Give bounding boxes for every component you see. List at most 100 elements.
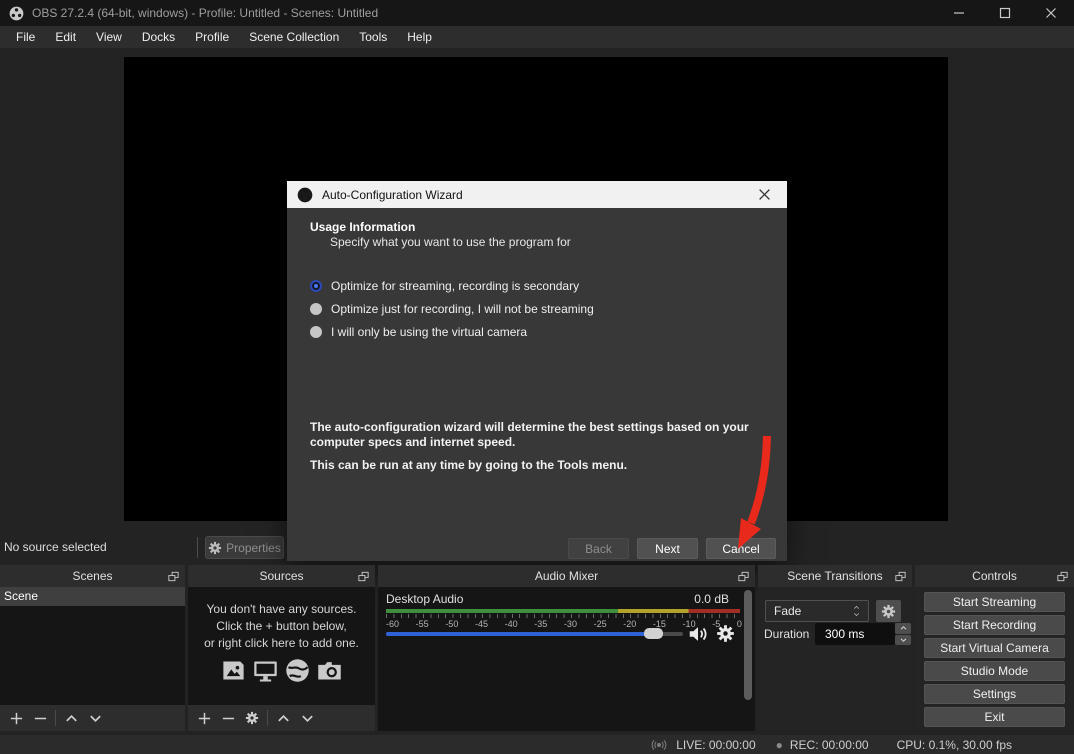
tick-label: -45 — [474, 619, 488, 629]
rec-dot-icon: ● — [775, 737, 783, 752]
radio-option-recording[interactable]: Optimize just for recording, I will not … — [310, 302, 594, 316]
minimize-button[interactable] — [936, 0, 982, 26]
duration-up-button[interactable] — [895, 623, 911, 634]
float-panel-icon[interactable] — [1056, 570, 1069, 583]
browser-source-icon — [284, 657, 311, 684]
dialog-close-button[interactable] — [747, 181, 781, 208]
menu-scene-collection[interactable]: Scene Collection — [239, 26, 349, 48]
start-recording-button[interactable]: Start Recording — [924, 615, 1065, 635]
scene-transitions-header[interactable]: Scene Transitions — [758, 565, 912, 587]
volume-slider[interactable] — [386, 628, 683, 639]
volume-meter-ticks — [386, 614, 740, 618]
radio-label: I will only be using the virtual camera — [331, 325, 528, 339]
properties-button[interactable]: Properties — [205, 536, 284, 559]
sources-panel-title: Sources — [259, 569, 304, 583]
audio-mixer-panel: Audio Mixer Desktop Audio 0.0 dB -60 -55… — [378, 565, 755, 731]
radio-icon[interactable] — [310, 326, 322, 338]
menu-profile[interactable]: Profile — [185, 26, 239, 48]
scenes-panel-title: Scenes — [72, 569, 113, 583]
float-panel-icon[interactable] — [737, 570, 750, 583]
toolbar-separator — [267, 710, 268, 726]
studio-mode-button[interactable]: Studio Mode — [924, 661, 1065, 681]
dialog-subheading: Specify what you want to use the program… — [330, 235, 571, 249]
source-status-text: No source selected — [4, 540, 107, 554]
volume-slider-fill — [386, 632, 663, 636]
remove-source-icon[interactable] — [219, 709, 237, 727]
image-source-icon — [220, 657, 247, 684]
mixer-gear-icon[interactable] — [716, 624, 735, 643]
sources-empty-message: You don't have any sources. Click the + … — [188, 601, 375, 652]
tick-label: -55 — [415, 619, 429, 629]
volume-slider-handle[interactable] — [644, 628, 663, 639]
source-properties-icon[interactable] — [243, 709, 261, 727]
cpu-fps-stats: CPU: 0.1%, 30.00 fps — [896, 737, 1012, 752]
tick-label: 0 — [736, 619, 742, 629]
scene-transitions-title: Scene Transitions — [787, 569, 883, 583]
tick-label: -50 — [445, 619, 459, 629]
broadcast-icon — [649, 737, 669, 753]
transition-select-arrows[interactable] — [846, 603, 866, 619]
float-panel-icon[interactable] — [894, 570, 907, 583]
duration-spinbox[interactable]: 300 ms — [815, 623, 895, 645]
obs-logo-icon — [9, 6, 24, 21]
radio-option-virtual-camera[interactable]: I will only be using the virtual camera — [310, 325, 527, 339]
scene-list-item[interactable]: Scene — [0, 587, 185, 606]
dialog-info-text: The auto-configuration wizard will deter… — [310, 420, 749, 449]
sources-empty-line2: Click the + button below, — [216, 619, 347, 633]
float-panel-icon[interactable] — [357, 570, 370, 583]
close-button[interactable] — [1028, 0, 1074, 26]
audio-mixer-title: Audio Mixer — [534, 569, 599, 583]
close-icon — [758, 188, 771, 201]
duration-label: Duration — [764, 627, 810, 641]
start-virtual-camera-button[interactable]: Start Virtual Camera — [924, 638, 1065, 658]
move-scene-down-icon[interactable] — [86, 709, 104, 727]
menu-docks[interactable]: Docks — [132, 26, 185, 48]
menu-tools[interactable]: Tools — [349, 26, 397, 48]
scenes-toolbar — [0, 705, 185, 731]
source-type-icons — [188, 657, 375, 684]
tick-label: -30 — [563, 619, 577, 629]
move-scene-up-icon[interactable] — [62, 709, 80, 727]
transition-gear-button[interactable] — [876, 600, 901, 622]
remove-scene-icon[interactable] — [31, 709, 49, 727]
radio-icon[interactable] — [310, 303, 322, 315]
menu-edit[interactable]: Edit — [45, 26, 86, 48]
move-source-down-icon[interactable] — [298, 709, 316, 727]
cancel-button[interactable]: Cancel — [706, 538, 776, 559]
sources-panel-header[interactable]: Sources — [188, 565, 375, 587]
mixer-scrollbar[interactable] — [744, 590, 752, 700]
gear-icon — [881, 604, 896, 619]
audio-mixer-header[interactable]: Audio Mixer — [378, 565, 755, 587]
move-source-up-icon[interactable] — [274, 709, 292, 727]
duration-down-button[interactable] — [895, 634, 911, 645]
start-streaming-button[interactable]: Start Streaming — [924, 592, 1065, 612]
back-button[interactable]: Back — [568, 538, 629, 559]
scenes-panel-header[interactable]: Scenes — [0, 565, 185, 587]
tick-label: -25 — [593, 619, 607, 629]
menu-help[interactable]: Help — [397, 26, 442, 48]
properties-label: Properties — [226, 540, 281, 555]
next-button[interactable]: Next — [637, 538, 698, 559]
live-time: LIVE: 00:00:00 — [676, 737, 756, 752]
display-source-icon — [252, 657, 279, 684]
obs-main-window: OBS 27.2.4 (64-bit, windows) - Profile: … — [0, 0, 1074, 754]
status-bar: LIVE: 00:00:00 ● REC: 00:00:00 CPU: 0.1%… — [0, 735, 1074, 754]
mixer-channel-name: Desktop Audio — [386, 592, 464, 606]
menu-file[interactable]: File — [6, 26, 45, 48]
settings-button[interactable]: Settings — [924, 684, 1065, 704]
add-source-icon[interactable] — [195, 709, 213, 727]
transition-select[interactable]: Fade — [765, 600, 869, 622]
radio-icon-selected[interactable] — [310, 280, 322, 292]
exit-button[interactable]: Exit — [924, 707, 1065, 727]
window-controls — [936, 0, 1074, 26]
float-panel-icon[interactable] — [167, 570, 180, 583]
radio-option-streaming[interactable]: Optimize for streaming, recording is sec… — [310, 279, 579, 293]
mixer-level-db: 0.0 dB — [694, 592, 729, 606]
maximize-button[interactable] — [982, 0, 1028, 26]
add-scene-icon[interactable] — [7, 709, 25, 727]
menu-view[interactable]: View — [86, 26, 132, 48]
speaker-icon[interactable] — [687, 623, 709, 645]
auto-config-wizard-dialog: Auto-Configuration Wizard Usage Informat… — [287, 181, 787, 561]
controls-header[interactable]: Controls — [915, 565, 1074, 587]
gear-icon — [208, 541, 222, 555]
